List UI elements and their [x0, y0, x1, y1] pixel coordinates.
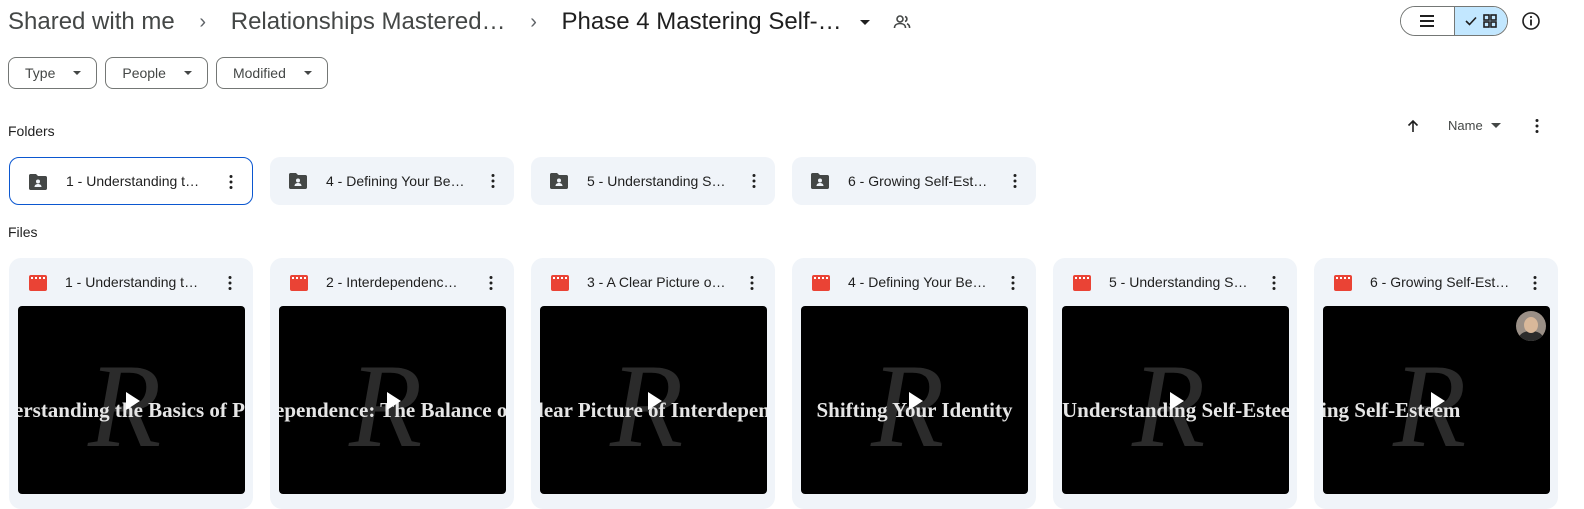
video-thumbnail[interactable]: R erstanding the Basics of P: [18, 306, 245, 494]
breadcrumb-relationships-mastered[interactable]: Relationships Mastered…: [231, 8, 506, 36]
play-icon: [648, 392, 662, 410]
caret-down-icon: [303, 71, 312, 75]
shared-folder-icon: [29, 174, 47, 190]
filter-chips: Type People Modified: [8, 57, 328, 89]
file-card[interactable]: 1 - Understanding t… R erstanding the Ba…: [9, 258, 253, 509]
folder-menu-dropdown-icon[interactable]: [859, 19, 870, 25]
folders-heading: Folders: [8, 123, 55, 139]
file-name: 5 - Understanding S…: [1109, 274, 1248, 290]
list-view-button[interactable]: [1401, 7, 1454, 35]
video-icon: [551, 275, 569, 291]
shared-folder-icon: [289, 173, 307, 189]
play-icon: [1431, 392, 1445, 410]
breadcrumb: Shared with me › Relationships Mastered……: [8, 4, 912, 40]
folder-name: 4 - Defining Your Be…: [326, 173, 465, 189]
file-name: 4 - Defining Your Be…: [848, 274, 987, 290]
video-icon: [1073, 275, 1091, 291]
files-heading: Files: [8, 224, 38, 240]
breadcrumb-current-folder[interactable]: Phase 4 Mastering Self-…: [562, 8, 842, 36]
folder-card[interactable]: 4 - Defining Your Be…: [270, 157, 514, 205]
file-card[interactable]: 6 - Growing Self-Est… R ing Self-Esteem: [1314, 258, 1558, 509]
more-options-icon[interactable]: [1006, 172, 1024, 190]
file-name: 2 - Interdependenc…: [326, 274, 458, 290]
video-thumbnail[interactable]: R Understanding Self-Esteem: [1062, 306, 1289, 494]
sort-direction-button[interactable]: [1405, 118, 1421, 134]
type-filter-chip[interactable]: Type: [8, 57, 98, 89]
people-filter-chip[interactable]: People: [105, 57, 208, 89]
file-name: 3 - A Clear Picture o…: [587, 274, 726, 290]
chip-label: Modified: [232, 65, 286, 81]
more-options-icon[interactable]: [1004, 274, 1022, 292]
video-thumbnail[interactable]: R Shifting Your Identity: [801, 306, 1028, 494]
video-thumbnail[interactable]: R ing Self-Esteem: [1323, 306, 1550, 494]
play-icon: [1170, 392, 1184, 410]
more-options-icon[interactable]: [1528, 117, 1546, 135]
shared-folder-icon: [550, 173, 568, 189]
modified-filter-chip[interactable]: Modified: [215, 57, 328, 89]
more-options-icon[interactable]: [743, 274, 761, 292]
presenter-avatar: [1516, 311, 1546, 341]
video-thumbnail[interactable]: R lear Picture of Interdepend: [540, 306, 767, 494]
play-icon: [909, 392, 923, 410]
video-icon: [29, 275, 47, 291]
more-options-icon[interactable]: [484, 172, 502, 190]
caret-down-icon: [1490, 123, 1501, 128]
breadcrumb-separator: ›: [199, 10, 207, 33]
file-name: 6 - Growing Self-Est…: [1370, 274, 1510, 290]
chip-label: People: [122, 65, 166, 81]
folder-name: 6 - Growing Self-Est…: [848, 173, 988, 189]
view-toggle: [1400, 6, 1508, 36]
chip-label: Type: [25, 65, 56, 81]
file-card[interactable]: 2 - Interdependenc… R ependence: The Bal…: [270, 258, 514, 509]
file-card[interactable]: 5 - Understanding S… R Understanding Sel…: [1053, 258, 1297, 509]
caret-down-icon: [183, 71, 192, 75]
folder-name: 1 - Understanding t…: [66, 173, 200, 189]
list-icon: [1420, 15, 1435, 27]
grid-icon: [1482, 14, 1497, 28]
folder-name: 5 - Understanding S…: [587, 173, 726, 189]
checkmark-icon: [1465, 16, 1477, 26]
info-icon[interactable]: [1521, 11, 1541, 31]
grid-view-button[interactable]: [1453, 7, 1507, 35]
video-icon: [1334, 275, 1352, 291]
video-thumbnail[interactable]: R ependence: The Balance of: [279, 306, 506, 494]
more-options-icon[interactable]: [221, 274, 239, 292]
folder-card[interactable]: 1 - Understanding t…: [9, 157, 253, 205]
more-options-icon[interactable]: [222, 173, 240, 191]
more-options-icon[interactable]: [1265, 274, 1283, 292]
more-options-icon[interactable]: [745, 172, 763, 190]
caret-down-icon: [73, 71, 82, 75]
breadcrumb-separator: ›: [530, 10, 537, 33]
shared-people-icon[interactable]: [892, 12, 912, 32]
breadcrumb-shared-with-me[interactable]: Shared with me: [8, 8, 175, 36]
shared-folder-icon: [811, 173, 829, 189]
play-icon: [126, 392, 140, 410]
play-icon: [387, 392, 401, 410]
more-options-icon[interactable]: [1526, 274, 1544, 292]
arrow-up-icon: [1407, 119, 1419, 132]
folder-card[interactable]: 6 - Growing Self-Est…: [792, 157, 1036, 205]
file-name: 1 - Understanding t…: [65, 274, 199, 290]
video-icon: [812, 275, 830, 291]
folder-card[interactable]: 5 - Understanding S…: [531, 157, 775, 205]
sort-label: Name: [1448, 118, 1483, 133]
video-icon: [290, 275, 308, 291]
avatar-face: [1524, 317, 1538, 333]
more-options-icon[interactable]: [482, 274, 500, 292]
file-card[interactable]: 4 - Defining Your Be… R Shifting Your Id…: [792, 258, 1036, 509]
sort-by-button[interactable]: Name: [1448, 118, 1501, 133]
file-card[interactable]: 3 - A Clear Picture o… R lear Picture of…: [531, 258, 775, 509]
